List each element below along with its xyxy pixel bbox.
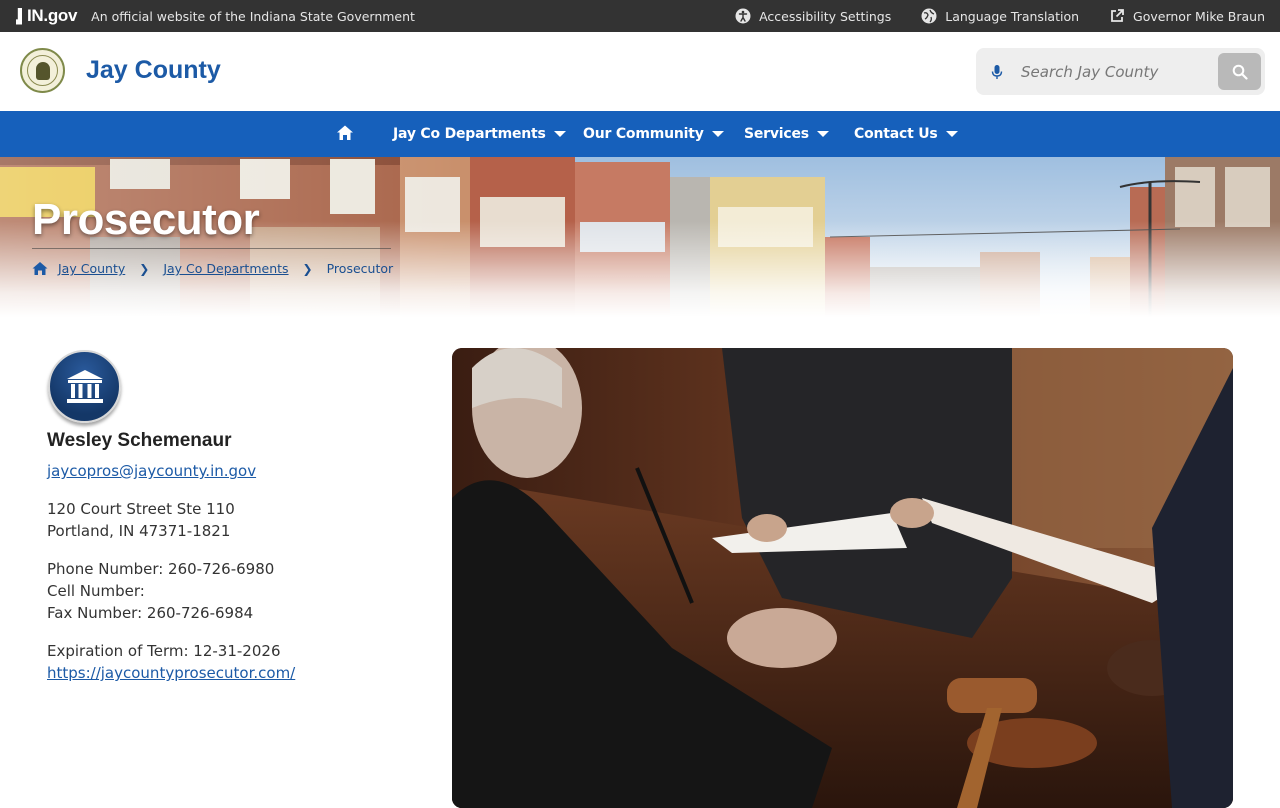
address-line-1: 120 Court Street Ste 110	[47, 500, 235, 518]
breadcrumb-current: Prosecutor	[326, 261, 394, 276]
governor-link[interactable]: Governor Mike Braun	[1109, 8, 1265, 24]
search-button[interactable]	[1218, 53, 1261, 90]
term-block: Expiration of Term: 12-31-2026 https://j…	[47, 640, 427, 684]
term-expiration: Expiration of Term: 12-31-2026	[47, 642, 281, 660]
accessibility-icon	[735, 8, 751, 24]
phone-number: Phone Number: 260-726-6980	[47, 560, 275, 578]
official-name: Wesley Schemenaur	[47, 430, 232, 451]
caret-down-icon	[711, 131, 724, 137]
website-link[interactable]: https://jaycountyprosecutor.com/	[47, 662, 427, 684]
language-translation-link[interactable]: Language Translation	[921, 8, 1079, 24]
courthouse-icon	[48, 350, 121, 423]
nav-item-departments-label: Jay Co Departments	[393, 126, 546, 142]
home-icon[interactable]	[336, 124, 354, 142]
nav-item-contact-label: Contact Us	[854, 126, 938, 142]
home-icon[interactable]	[32, 261, 48, 276]
breadcrumb-departments[interactable]: Jay Co Departments	[163, 261, 288, 276]
nav-item-community[interactable]: Our Community	[583, 111, 724, 157]
email-link[interactable]: jaycopros@jaycounty.in.gov	[47, 462, 256, 480]
courtroom-image	[452, 348, 1233, 808]
page-title: Prosecutor	[32, 195, 260, 244]
ingov-logo[interactable]: IN.gov	[16, 6, 77, 26]
search-icon	[1232, 64, 1248, 80]
caret-down-icon	[945, 131, 958, 137]
chevron-right-icon: ❯	[302, 261, 313, 276]
seal-emblem	[35, 61, 50, 80]
phone-block: Phone Number: 260-726-6980 Cell Number: …	[47, 558, 427, 624]
official-website-text: An official website of the Indiana State…	[91, 8, 415, 24]
nav-item-community-label: Our Community	[583, 126, 704, 142]
fax-number: Fax Number: 260-726-6984	[47, 604, 254, 622]
indiana-state-icon	[16, 8, 25, 25]
contact-info: Wesley Schemenaur jaycopros@jaycounty.in…	[47, 430, 427, 684]
accessibility-settings-label: Accessibility Settings	[759, 8, 892, 24]
address-block: 120 Court Street Ste 110 Portland, IN 47…	[47, 498, 427, 542]
nav-item-departments[interactable]: Jay Co Departments	[393, 111, 566, 157]
caret-down-icon	[816, 131, 829, 137]
chevron-right-icon: ❯	[139, 261, 150, 276]
accessibility-settings-link[interactable]: Accessibility Settings	[735, 8, 891, 24]
search-input[interactable]	[1021, 62, 1201, 81]
address-line-2: Portland, IN 47371-1821	[47, 522, 231, 540]
caret-down-icon	[553, 131, 566, 137]
external-link-icon	[1109, 8, 1125, 24]
search-box	[976, 48, 1265, 95]
microphone-icon[interactable]	[990, 64, 1004, 80]
language-translation-label: Language Translation	[945, 8, 1080, 24]
breadcrumb: Jay County ❯ Jay Co Departments ❯ Prosec…	[32, 261, 393, 276]
ingov-logo-text: IN.gov	[27, 6, 78, 25]
site-header: Jay County	[0, 32, 1280, 111]
breadcrumb-jay-county[interactable]: Jay County	[58, 261, 125, 276]
title-divider	[32, 248, 391, 249]
governor-label: Governor Mike Braun	[1133, 8, 1265, 24]
site-title[interactable]: Jay County	[86, 56, 221, 85]
nav-item-contact[interactable]: Contact Us	[854, 111, 958, 157]
courtroom-photo	[452, 348, 1233, 808]
cell-number: Cell Number:	[47, 582, 145, 600]
state-bar: IN.gov An official website of the Indian…	[0, 0, 1280, 32]
nav-item-services[interactable]: Services	[744, 111, 829, 157]
nav-item-services-label: Services	[744, 126, 809, 142]
county-seal-logo[interactable]	[20, 48, 65, 93]
globe-icon	[921, 8, 937, 24]
main-nav: Jay Co Departments Our Community Service…	[0, 111, 1280, 157]
seal-ring	[27, 55, 58, 86]
hero-banner: Prosecutor Jay County ❯ Jay Co Departmen…	[0, 157, 1280, 317]
